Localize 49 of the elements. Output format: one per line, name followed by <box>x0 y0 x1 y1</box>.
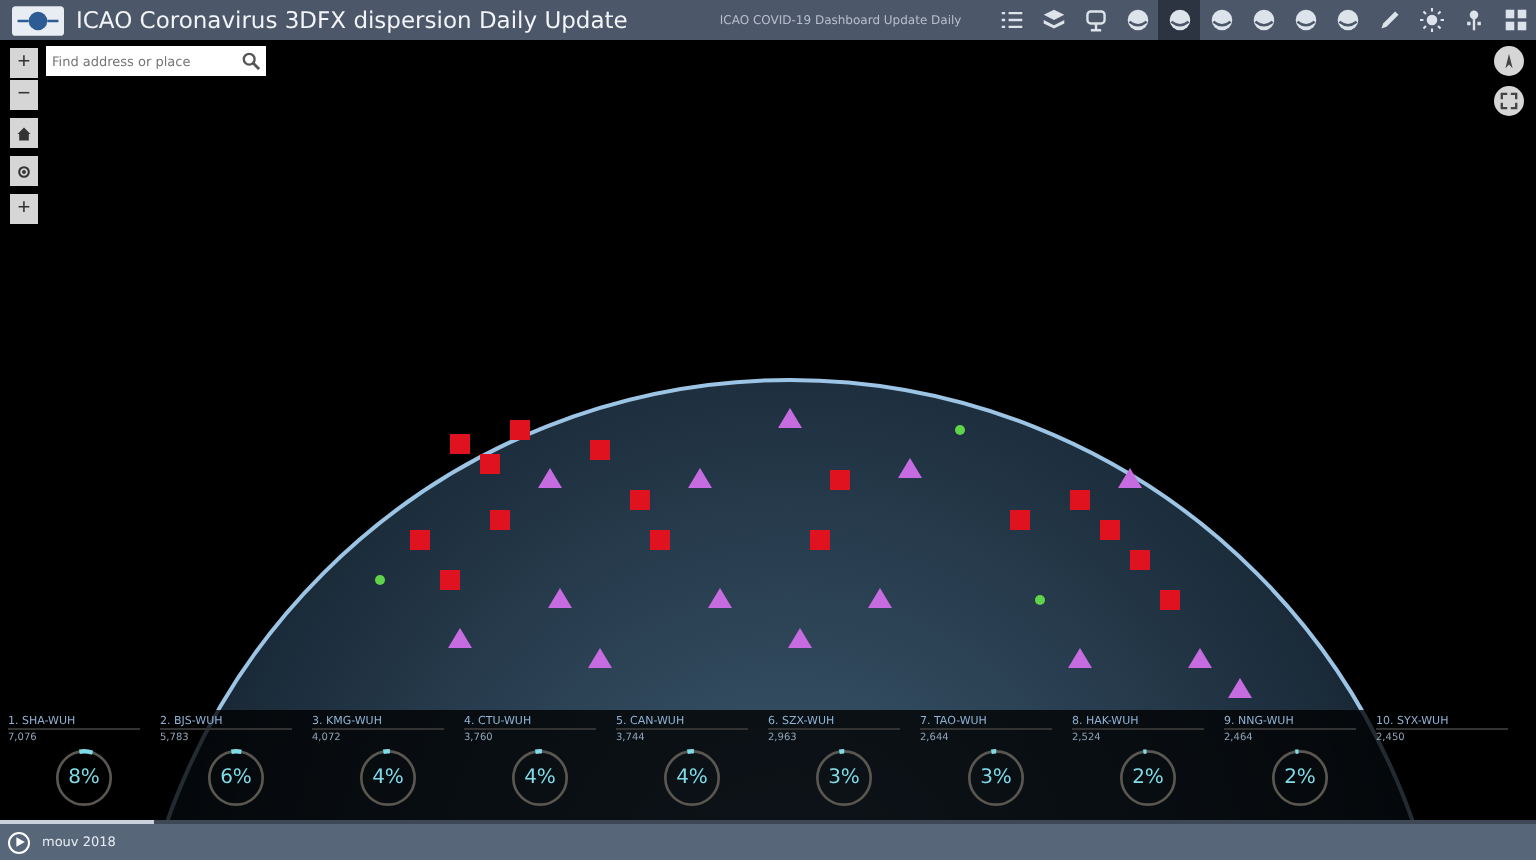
search-icon <box>242 52 260 70</box>
share-percent: 4% <box>676 767 708 789</box>
globe-tool-button[interactable] <box>1158 0 1200 40</box>
share-gauge <box>964 746 1028 810</box>
layers-icon <box>1041 8 1065 32</box>
list-icon <box>999 8 1023 32</box>
share-percent: 3% <box>980 767 1012 789</box>
logo-icon <box>12 5 64 35</box>
share-gauge <box>508 746 572 810</box>
globe-icon <box>1167 8 1191 32</box>
globe-icon <box>1209 8 1233 32</box>
monitor-icon <box>1083 8 1107 32</box>
fullscreen-button[interactable] <box>1494 86 1524 116</box>
zoom-out-button[interactable]: − <box>10 80 38 110</box>
share-percent: 6% <box>220 767 252 789</box>
share-gauge <box>1268 746 1332 810</box>
grid-icon <box>1503 8 1527 32</box>
pin-icon <box>1461 8 1485 32</box>
play-button[interactable] <box>8 831 30 853</box>
pencil-icon <box>1377 8 1401 32</box>
share-percent: 3% <box>828 767 860 789</box>
share-percent: 8% <box>68 767 100 789</box>
app-title: ICAO Coronavirus 3DFX dispersion Daily Update <box>76 6 628 34</box>
home-button[interactable] <box>10 118 38 148</box>
locate-icon <box>16 163 32 179</box>
globe-icon <box>1335 8 1359 32</box>
zoom-in-button[interactable]: + <box>10 48 38 78</box>
share-percent: 4% <box>372 767 404 789</box>
home-icon <box>16 125 32 141</box>
share-gauge <box>52 746 116 810</box>
sun-icon <box>1419 8 1443 32</box>
expand-button[interactable]: + <box>10 194 38 224</box>
compass-button[interactable] <box>1494 46 1524 76</box>
share-percent: 4% <box>524 767 556 789</box>
globe-icon <box>1251 8 1275 32</box>
share-gauge <box>1116 746 1180 810</box>
share-gauge <box>356 746 420 810</box>
share-gauge <box>812 746 876 810</box>
play-icon <box>13 836 25 848</box>
locate-button[interactable] <box>10 156 38 186</box>
share-gauge <box>204 746 268 810</box>
share-gauge <box>660 746 724 810</box>
fullscreen-icon <box>1500 92 1518 110</box>
globe-icon <box>1125 8 1149 32</box>
globe-icon <box>1293 8 1317 32</box>
compass-icon <box>1500 52 1518 70</box>
share-percent: 2% <box>1132 767 1164 789</box>
share-percent: 2% <box>1284 767 1316 789</box>
search-button[interactable] <box>236 46 266 76</box>
